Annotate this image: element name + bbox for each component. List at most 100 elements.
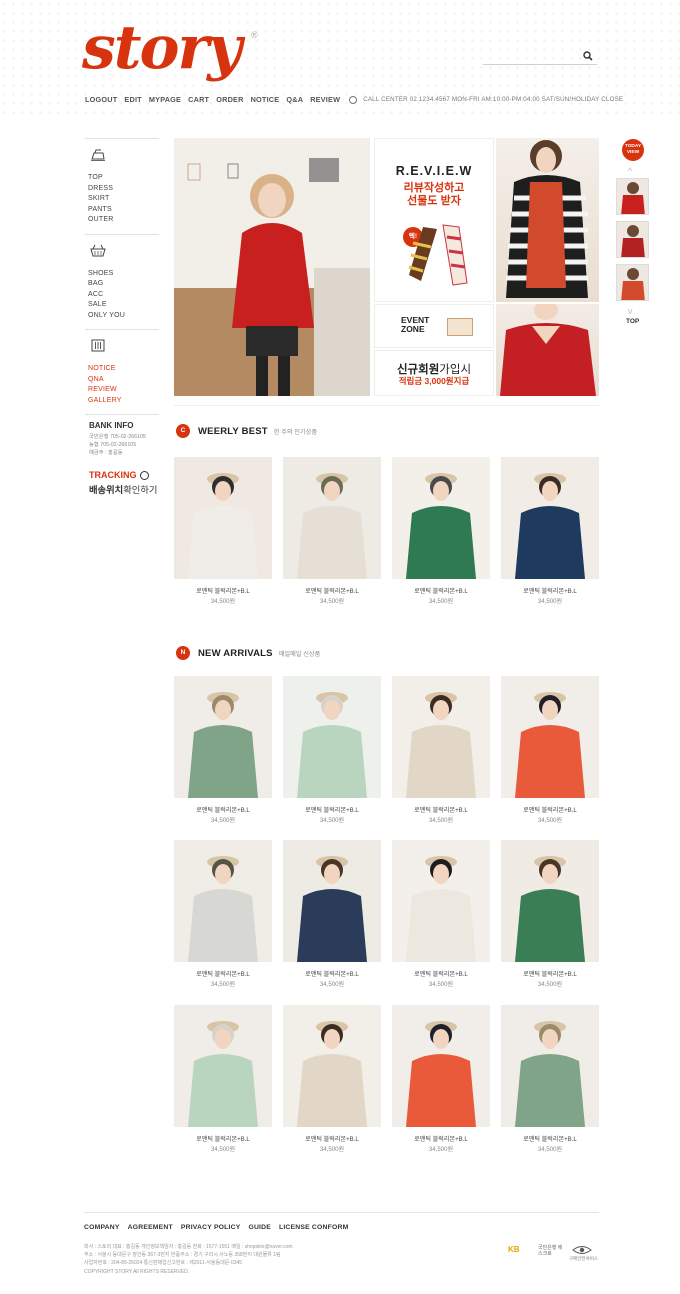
product-image[interactable] bbox=[392, 840, 490, 962]
product-name[interactable]: 로맨틱 블럭리본+B.L bbox=[174, 969, 272, 978]
clock-icon bbox=[349, 96, 358, 104]
today-view-up-arrow[interactable]: ^ bbox=[628, 166, 632, 176]
new-arrivals-header: N NEW ARRIVALS 매일매일 신상품 bbox=[176, 646, 320, 660]
product-name[interactable]: 로맨틱 블럭리본+B.L bbox=[501, 586, 599, 595]
sidebar-item-pants[interactable]: PANTS bbox=[88, 205, 159, 216]
banner-knit-photo[interactable] bbox=[496, 304, 599, 396]
nav-qna[interactable]: Q&A bbox=[286, 95, 303, 104]
sidebar-item-outer[interactable]: OUTER bbox=[88, 215, 159, 226]
product-image[interactable] bbox=[283, 676, 381, 798]
scroll-top-button[interactable]: TOP bbox=[626, 318, 639, 325]
sidebar-item-only-you[interactable]: ONLY YOU bbox=[88, 311, 159, 322]
product-name[interactable]: 로맨틱 블럭리본+B.L bbox=[392, 805, 490, 814]
event-zone-banner[interactable]: EVENT ZONE bbox=[374, 304, 494, 348]
product-name[interactable]: 로맨틱 블럭리본+B.L bbox=[283, 586, 381, 595]
product-photo-illustration bbox=[501, 1005, 599, 1127]
tracking-clock-icon bbox=[139, 470, 149, 480]
product-image[interactable] bbox=[501, 1005, 599, 1127]
today-view-badge[interactable]: TODAY VIEW bbox=[622, 139, 644, 161]
search-input[interactable] bbox=[483, 51, 597, 65]
banner-cardigan-photo[interactable] bbox=[496, 138, 599, 302]
product-card[interactable]: 로맨틱 블럭리본+B.L 34,500원 bbox=[174, 1005, 272, 1153]
footer-guide-link[interactable]: GUIDE bbox=[248, 1224, 271, 1231]
sidebar-item-notice[interactable]: NOTICE bbox=[88, 364, 159, 375]
nav-order[interactable]: ORDER bbox=[216, 95, 243, 104]
product-name[interactable]: 로맨틱 블럭리본+B.L bbox=[283, 969, 381, 978]
kb-logo[interactable]: KB bbox=[508, 1245, 520, 1254]
today-view-down-arrow[interactable]: v bbox=[628, 306, 633, 316]
product-card[interactable]: 로맨틱 블럭리본+B.L 34,500원 bbox=[392, 840, 490, 988]
product-name[interactable]: 로맨틱 블럭리본+B.L bbox=[174, 1134, 272, 1143]
product-image[interactable] bbox=[501, 676, 599, 798]
new-member-banner[interactable]: 신규회원가입시 적립금 3,000원지급 bbox=[374, 350, 494, 396]
product-card[interactable]: 로맨틱 블럭리본+B.L 34,500원 bbox=[174, 457, 272, 605]
product-card[interactable]: 로맨틱 블럭리본+B.L 34,500원 bbox=[392, 457, 490, 605]
product-image[interactable] bbox=[174, 840, 272, 962]
sidebar-item-acc[interactable]: ACC bbox=[88, 290, 159, 301]
product-image[interactable] bbox=[283, 840, 381, 962]
product-card[interactable]: 로맨틱 블럭리본+B.L 34,500원 bbox=[174, 676, 272, 824]
sidebar-item-dress[interactable]: DRESS bbox=[88, 184, 159, 195]
today-view-thumb[interactable] bbox=[616, 264, 649, 301]
product-image[interactable] bbox=[392, 676, 490, 798]
review-event-banner[interactable]: R.E.V.I.E.W 리뷰작성하고 선물도 받자 텍! bbox=[374, 138, 494, 302]
sidebar-item-sale[interactable]: SALE bbox=[88, 300, 159, 311]
sidebar-item-review[interactable]: REVIEW bbox=[88, 385, 159, 396]
product-card[interactable]: 로맨틱 블럭리본+B.L 34,500원 bbox=[283, 1005, 381, 1153]
nav-logout[interactable]: LOGOUT bbox=[85, 95, 117, 104]
product-card[interactable]: 로맨틱 블럭리본+B.L 34,500원 bbox=[174, 840, 272, 988]
product-image[interactable] bbox=[392, 1005, 490, 1127]
sidebar-item-skirt[interactable]: SKIRT bbox=[88, 194, 159, 205]
product-price: 34,500원 bbox=[319, 981, 345, 988]
nav-edit[interactable]: EDIT bbox=[124, 95, 141, 104]
product-card[interactable]: 로맨틱 블럭리본+B.L 34,500원 bbox=[501, 457, 599, 605]
product-image[interactable] bbox=[283, 1005, 381, 1127]
product-name[interactable]: 로맨틱 블럭리본+B.L bbox=[392, 586, 490, 595]
nav-notice[interactable]: NOTICE bbox=[251, 95, 280, 104]
footer-privacy-link[interactable]: PRIVACY POLICY bbox=[181, 1224, 241, 1231]
product-image[interactable] bbox=[174, 457, 272, 579]
product-name[interactable]: 로맨틱 블럭리본+B.L bbox=[283, 805, 381, 814]
magnifier-icon[interactable] bbox=[583, 51, 593, 61]
story-logo[interactable]: story bbox=[82, 18, 242, 78]
today-view-thumb[interactable] bbox=[616, 178, 649, 215]
product-card[interactable]: 로맨틱 블럭리본+B.L 34,500원 bbox=[283, 676, 381, 824]
product-name[interactable]: 로맨틱 블럭리본+B.L bbox=[283, 1134, 381, 1143]
product-image[interactable] bbox=[174, 676, 272, 798]
product-card[interactable]: 로맨틱 블럭리본+B.L 34,500원 bbox=[392, 676, 490, 824]
sidebar-item-gallery[interactable]: GALLERY bbox=[88, 396, 159, 407]
product-image[interactable] bbox=[501, 840, 599, 962]
footer-license-link[interactable]: LICENSE CONFORM bbox=[279, 1224, 348, 1231]
product-name[interactable]: 로맨틱 블럭리본+B.L bbox=[174, 805, 272, 814]
nav-review[interactable]: REVIEW bbox=[310, 95, 340, 104]
footer-agreement-link[interactable]: AGREEMENT bbox=[128, 1224, 173, 1231]
product-image[interactable] bbox=[283, 457, 381, 579]
product-card[interactable]: 로맨틱 블럭리본+B.L 34,500원 bbox=[392, 1005, 490, 1153]
nav-cart[interactable]: CART bbox=[188, 95, 209, 104]
product-name[interactable]: 로맨틱 블럭리본+B.L bbox=[174, 586, 272, 595]
product-image[interactable] bbox=[501, 457, 599, 579]
tracking-sub-link[interactable]: 배송위치확인하기 bbox=[89, 482, 159, 496]
product-name[interactable]: 로맨틱 블럭리본+B.L bbox=[392, 969, 490, 978]
weekly-best-header: C WEERLY BEST 한 주의 인기상품 bbox=[176, 424, 317, 438]
product-image[interactable] bbox=[392, 457, 490, 579]
sidebar-item-bag[interactable]: BAG bbox=[88, 279, 159, 290]
product-name[interactable]: 로맨틱 블럭리본+B.L bbox=[392, 1134, 490, 1143]
sidebar-item-qna[interactable]: QNA bbox=[88, 375, 159, 386]
product-card[interactable]: 로맨틱 블럭리본+B.L 34,500원 bbox=[501, 1005, 599, 1153]
product-name[interactable]: 로맨틱 블럭리본+B.L bbox=[501, 969, 599, 978]
sidebar-item-shoes[interactable]: SHOES bbox=[88, 269, 159, 280]
product-card[interactable]: 로맨틱 블럭리본+B.L 34,500원 bbox=[283, 457, 381, 605]
tracking-link[interactable]: TRACKING bbox=[89, 470, 159, 480]
product-card[interactable]: 로맨틱 블럭리본+B.L 34,500원 bbox=[283, 840, 381, 988]
nav-mypage[interactable]: MYPAGE bbox=[149, 95, 181, 104]
today-view-thumb[interactable] bbox=[616, 221, 649, 258]
product-image[interactable] bbox=[174, 1005, 272, 1127]
product-card[interactable]: 로맨틱 블럭리본+B.L 34,500원 bbox=[501, 840, 599, 988]
footer-company-link[interactable]: COMPANY bbox=[84, 1224, 120, 1231]
product-name[interactable]: 로맨틱 블럭리본+B.L bbox=[501, 1134, 599, 1143]
product-card[interactable]: 로맨틱 블럭리본+B.L 34,500원 bbox=[501, 676, 599, 824]
sidebar-item-top[interactable]: TOP bbox=[88, 173, 159, 184]
product-name[interactable]: 로맨틱 블럭리본+B.L bbox=[501, 805, 599, 814]
banner-main-photo[interactable] bbox=[174, 138, 370, 396]
